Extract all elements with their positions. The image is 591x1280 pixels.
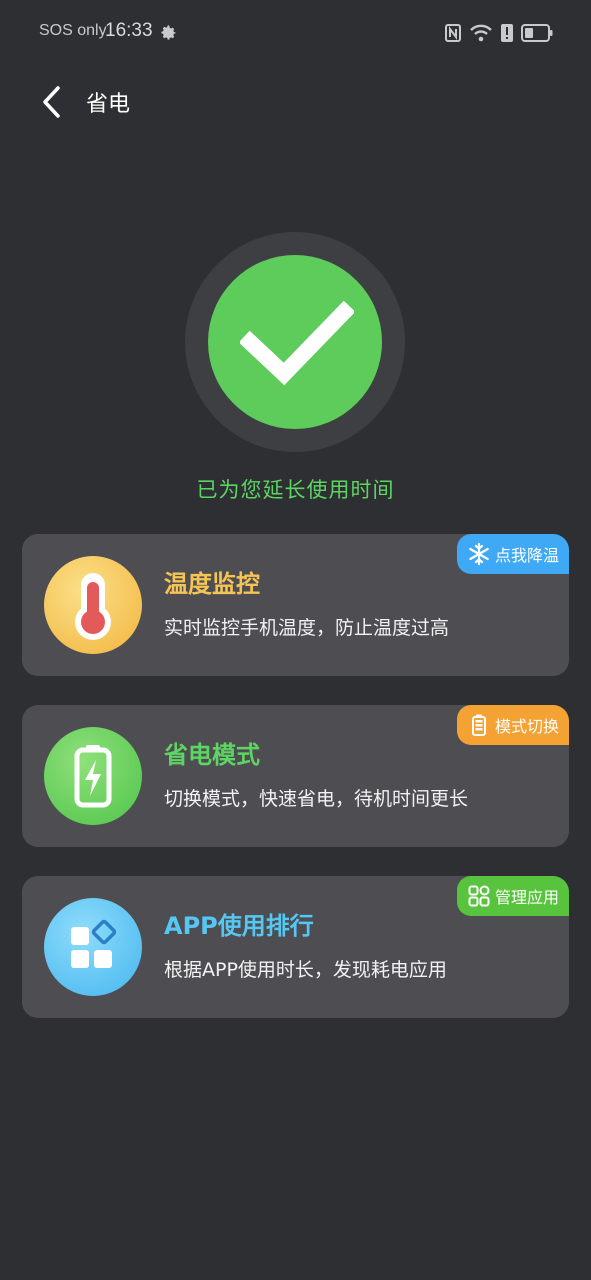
status-icons <box>445 22 553 44</box>
checkmark-icon <box>240 300 354 386</box>
carrier-text: SOS only <box>39 22 107 39</box>
badge-label: 点我降温 <box>494 546 559 565</box>
badge-label: 模式切换 <box>494 717 559 736</box>
chevron-left-icon <box>43 86 60 118</box>
app-usage-ranking-card[interactable]: APP使用排行 根据APP使用时长，发现耗电应用 管理应用 <box>22 876 569 1018</box>
power-saving-screen: SOS only 16:33 省电 已为您延长使用时间 温度监控 实时监控手机温… <box>0 0 591 1280</box>
alert-icon <box>501 24 513 42</box>
battery-level-icon <box>471 714 486 736</box>
status-bar: SOS only 16:33 <box>0 0 591 66</box>
snowflake-icon <box>469 542 489 566</box>
apps-icon <box>468 885 490 907</box>
apps-grid-glyph <box>71 919 117 968</box>
battery-charging-icon <box>44 727 142 825</box>
thermometer-glyph <box>75 573 111 640</box>
page-title: 省电 <box>86 92 131 117</box>
switch-mode-badge-button[interactable]: 模式切换 <box>456 705 569 745</box>
thermometer-icon <box>44 556 142 654</box>
power-saving-mode-card[interactable]: 省电模式 切换模式，快速省电，待机时间更长 模式切换 <box>22 705 569 847</box>
card-description: 实时监控手机温度，防止温度过高 <box>164 617 450 639</box>
temperature-monitor-card[interactable]: 温度监控 实时监控手机温度，防止温度过高 点我降温 <box>22 534 569 676</box>
back-button[interactable] <box>34 82 70 122</box>
success-message: 已为您延长使用时间 <box>196 478 395 502</box>
clock-text: 16:33 <box>105 20 153 41</box>
manage-apps-badge-button[interactable]: 管理应用 <box>456 876 569 916</box>
apps-grid-icon <box>44 898 142 996</box>
nfc-icon <box>445 24 461 42</box>
wifi-icon <box>470 24 492 42</box>
battery-icon <box>521 24 553 42</box>
card-title: APP使用排行 <box>164 912 314 940</box>
badge-label: 管理应用 <box>494 888 559 907</box>
card-title: 温度监控 <box>164 570 260 598</box>
cool-down-badge-button[interactable]: 点我降温 <box>456 534 569 574</box>
battery-glyph <box>74 745 112 808</box>
card-description: 根据APP使用时长，发现耗电应用 <box>164 959 447 981</box>
gear-icon <box>161 25 176 40</box>
card-title: 省电模式 <box>164 741 260 769</box>
card-description: 切换模式，快速省电，待机时间更长 <box>164 788 469 810</box>
app-header: 省电 <box>0 70 591 134</box>
